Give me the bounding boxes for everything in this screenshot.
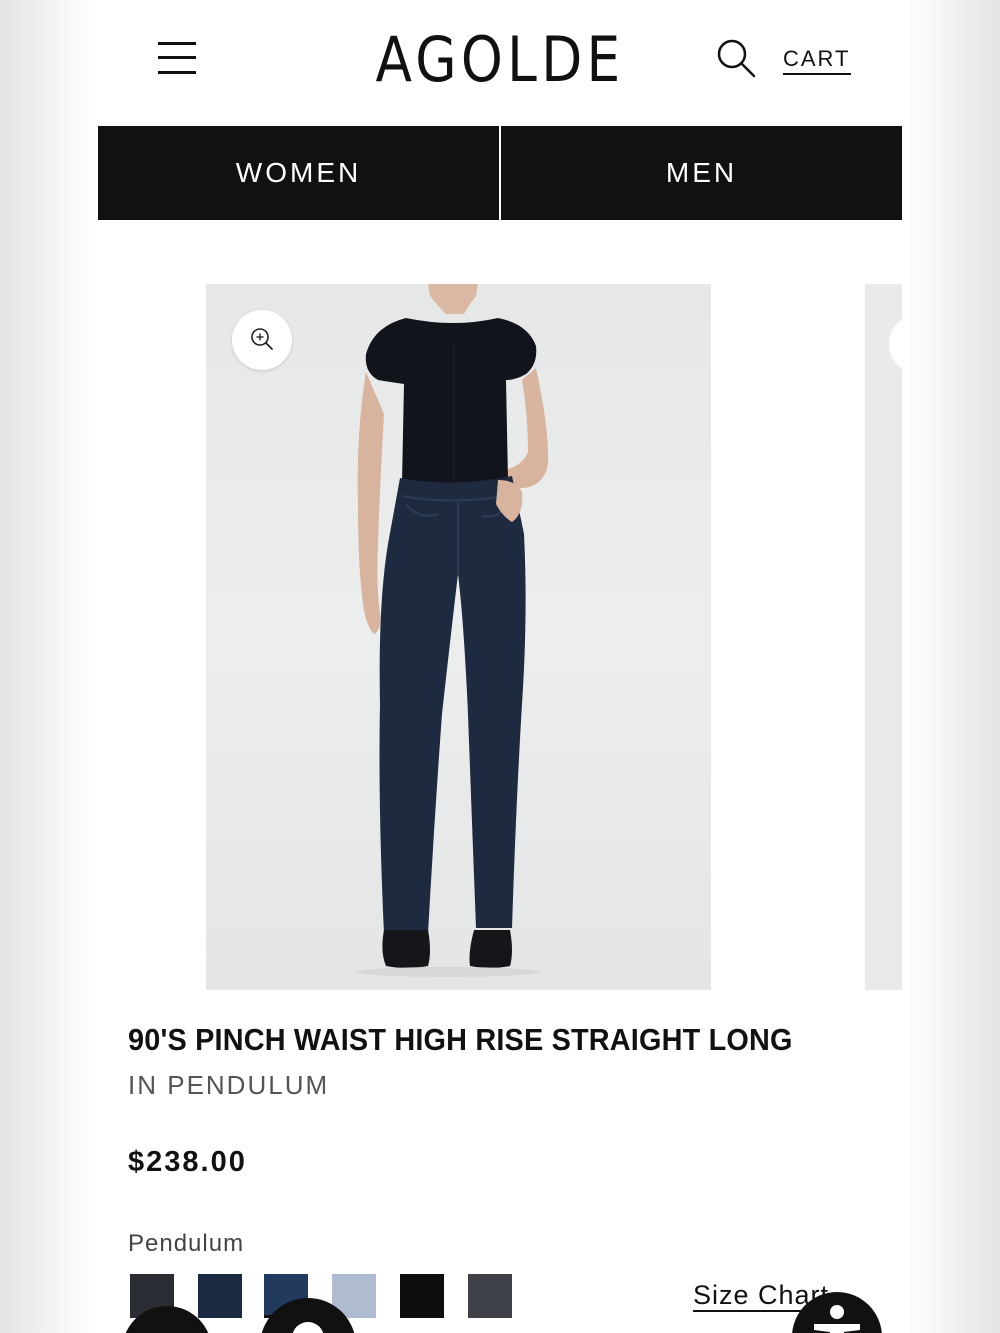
- product-price: $238.00: [128, 1146, 247, 1178]
- product-image[interactable]: [206, 284, 711, 990]
- chat-icon: [292, 1322, 324, 1333]
- color-swatch[interactable]: [400, 1274, 444, 1318]
- accessibility-icon[interactable]: [792, 1292, 882, 1333]
- cart-link[interactable]: CART: [783, 46, 851, 75]
- tab-women[interactable]: WOMEN: [98, 126, 499, 220]
- tab-men[interactable]: MEN: [501, 126, 902, 220]
- model-photo: [356, 284, 549, 977]
- product-title: 90'S PINCH WAIST HIGH RISE STRAIGHT LONG: [128, 1022, 793, 1057]
- category-nav: WOMEN MEN: [98, 126, 902, 220]
- search-icon[interactable]: [716, 38, 758, 80]
- selected-color-label: Pendulum: [128, 1230, 245, 1257]
- zoom-in-icon[interactable]: [232, 310, 292, 370]
- color-swatch[interactable]: [468, 1274, 512, 1318]
- zoom-in-icon[interactable]: [889, 314, 902, 374]
- product-page: AGOLDE CART WOMEN MEN 90'S PINCH WAIST H…: [98, 0, 902, 1333]
- chat-button[interactable]: [260, 1298, 356, 1333]
- color-swatch[interactable]: [198, 1274, 242, 1318]
- product-color-subtitle: IN PENDULUM: [128, 1070, 330, 1100]
- next-product-image[interactable]: [865, 284, 902, 990]
